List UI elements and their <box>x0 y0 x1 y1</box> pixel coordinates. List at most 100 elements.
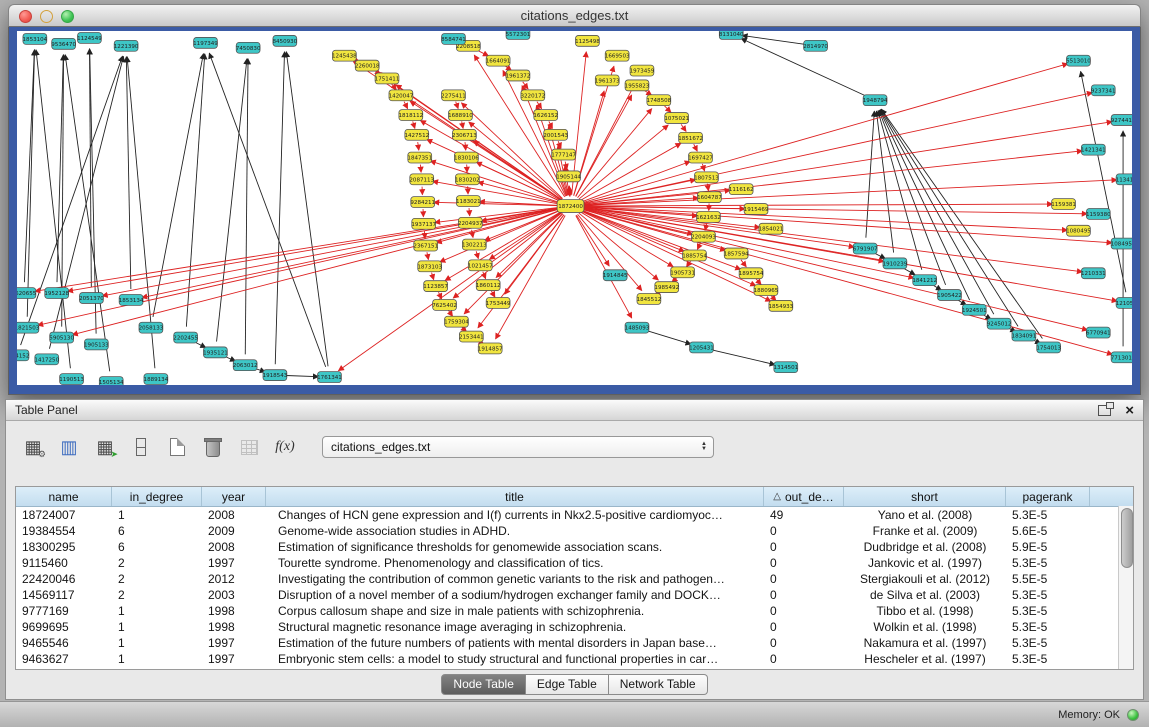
table-cell-title[interactable]: Tourette syndrome. Phenomenology and cla… <box>266 555 764 571</box>
network-node[interactable]: 2063012 <box>233 360 258 371</box>
network-node[interactable]: 1851672 <box>678 132 703 143</box>
table-row[interactable]: 1872400712008Changes of HCN gene express… <box>16 507 1133 523</box>
table-cell-year[interactable]: 1998 <box>202 603 266 619</box>
table-cell-short[interactable]: Stergiakouli et al. (2012) <box>844 571 1006 587</box>
table-cell-title[interactable]: Investigating the contribution of common… <box>266 571 764 587</box>
network-node[interactable]: 6770941 <box>1086 327 1111 338</box>
table-cell-title[interactable]: Genome-wide association studies in ADHD. <box>266 523 764 539</box>
table-cell-name[interactable]: 19384554 <box>16 523 112 539</box>
column-header-short[interactable]: short <box>844 487 1006 506</box>
network-node[interactable]: 1777147 <box>551 149 576 160</box>
network-node[interactable]: 1889134 <box>144 374 169 385</box>
network-node[interactable]: 9237341 <box>1091 85 1116 96</box>
network-node[interactable]: 2058133 <box>139 322 164 333</box>
network-node[interactable]: 1985492 <box>654 282 679 293</box>
table-cell-pagerank[interactable]: 5.3E-5 <box>1006 555 1090 571</box>
network-node[interactable]: 7625402 <box>432 299 457 310</box>
table-cell-indeg[interactable]: 2 <box>112 555 202 571</box>
network-node[interactable]: 1080495 <box>1066 225 1091 236</box>
table-cell-year[interactable]: 1998 <box>202 619 266 635</box>
network-node[interactable]: 8450930 <box>272 35 297 46</box>
network-node[interactable]: 1748508 <box>646 95 671 106</box>
network-node[interactable]: 1914857 <box>478 343 503 354</box>
table-cell-name[interactable]: 9115460 <box>16 555 112 571</box>
network-node[interactable]: 1895754 <box>739 268 764 279</box>
table-cell-outdeg[interactable]: 0 <box>764 635 844 651</box>
network-node[interactable]: 1125498 <box>575 35 600 46</box>
network-node[interactable]: 2204937 <box>458 217 483 228</box>
network-node[interactable]: 1021457 <box>468 260 493 271</box>
table-row[interactable]: 911546021997Tourette syndrome. Phenomeno… <box>16 555 1133 571</box>
table-cell-pagerank[interactable]: 5.5E-5 <box>1006 571 1090 587</box>
table-cell-short[interactable]: Tibbo et al. (1998) <box>844 603 1006 619</box>
network-node[interactable]: 5905130 <box>49 332 74 343</box>
network-node[interactable]: 1853104 <box>23 33 48 44</box>
tab-edge-table[interactable]: Edge Table <box>526 674 609 695</box>
table-cell-title[interactable]: Corpus callosum shape and size in male p… <box>266 603 764 619</box>
table-cell-name[interactable]: 18724007 <box>16 507 112 523</box>
table-cell-short[interactable]: Yano et al. (2008) <box>844 507 1006 523</box>
network-node[interactable]: 1854021 <box>759 223 784 234</box>
table-cell-indeg[interactable]: 1 <box>112 651 202 667</box>
table-cell-year[interactable]: 2009 <box>202 523 266 539</box>
table-cell-outdeg[interactable]: 0 <box>764 555 844 571</box>
table-cell-title[interactable]: Disruption of a novel member of a sodium… <box>266 587 764 603</box>
zoom-window-button[interactable] <box>61 10 74 23</box>
edit-columns-icon[interactable]: ▦➤ <box>90 431 120 463</box>
delete-column-icon[interactable] <box>198 431 228 463</box>
network-node[interactable]: 2153441 <box>459 331 484 342</box>
network-node[interactable]: 7450830 <box>236 42 261 53</box>
network-node[interactable]: 1885754 <box>682 250 707 261</box>
table-cell-indeg[interactable]: 1 <box>112 507 202 523</box>
network-node[interactable]: 2001543 <box>543 129 568 140</box>
network-node[interactable]: 1955823 <box>625 80 650 91</box>
table-cell-year[interactable]: 2012 <box>202 571 266 587</box>
table-cell-name[interactable]: 9463627 <box>16 651 112 667</box>
network-node[interactable]: 1807513 <box>694 172 719 183</box>
table-row[interactable]: 977716911998Corpus callosum shape and si… <box>16 603 1133 619</box>
network-node[interactable]: 8584741 <box>441 33 466 44</box>
table-cell-title[interactable]: Estimation of significance thresholds fo… <box>266 539 764 555</box>
network-node[interactable]: 9284211 <box>410 197 435 208</box>
network-window-titlebar[interactable]: citations_edges.txt <box>8 4 1141 27</box>
table-row[interactable]: 1830029562008Estimation of significance … <box>16 539 1133 555</box>
network-node[interactable]: 1621632 <box>696 211 721 222</box>
network-node[interactable]: 1754013 <box>1036 342 1061 353</box>
table-cell-name[interactable]: 22420046 <box>16 571 112 587</box>
table-row[interactable]: 946362711997Embryonic stem cells: a mode… <box>16 651 1133 667</box>
table-cell-indeg[interactable]: 6 <box>112 539 202 555</box>
function-builder-icon[interactable]: f(x) <box>270 431 300 463</box>
network-node[interactable]: 1302213 <box>462 239 487 250</box>
network-node[interactable]: 1134137 <box>1116 174 1132 185</box>
network-canvas[interactable]: 1245438226001817514111420047181811214275… <box>17 31 1132 385</box>
network-node[interactable]: 1961373 <box>595 75 620 86</box>
column-header-name[interactable]: name <box>16 487 112 506</box>
close-panel-icon[interactable]: × <box>1125 403 1134 418</box>
tab-network-table[interactable]: Network Table <box>609 674 708 695</box>
table-cell-pagerank[interactable]: 5.3E-5 <box>1006 635 1090 651</box>
network-node[interactable]: 5572301 <box>506 31 531 39</box>
network-node[interactable]: 1759304 <box>444 316 469 327</box>
network-node[interactable]: 1880965 <box>754 285 779 296</box>
table-cell-year[interactable]: 1997 <box>202 555 266 571</box>
table-cell-outdeg[interactable]: 0 <box>764 523 844 539</box>
network-node[interactable]: 1905133 <box>84 339 109 350</box>
close-window-button[interactable] <box>19 10 32 23</box>
network-node[interactable]: 1159380 <box>1086 208 1111 219</box>
network-node[interactable]: 8131040 <box>719 31 744 39</box>
table-cell-short[interactable]: Jankovic et al. (1997) <box>844 555 1006 571</box>
network-node[interactable]: 2202455 <box>173 332 198 343</box>
network-node[interactable]: 1159381 <box>1051 199 1076 210</box>
table-cell-name[interactable]: 9465546 <box>16 635 112 651</box>
table-cell-pagerank[interactable]: 5.3E-5 <box>1006 603 1090 619</box>
table-cell-year[interactable]: 2008 <box>202 539 266 555</box>
network-node[interactable]: 9245012 <box>987 318 1012 329</box>
network-node[interactable]: 2814970 <box>803 40 828 51</box>
table-cell-title[interactable]: Estimation of the future numbers of pati… <box>266 635 764 651</box>
table-cell-short[interactable]: Dudbridge et al. (2008) <box>844 539 1006 555</box>
table-row[interactable]: 2242004622012Investigating the contribut… <box>16 571 1133 587</box>
network-node[interactable]: 2620655 <box>17 288 37 299</box>
table-cell-pagerank[interactable]: 5.3E-5 <box>1006 619 1090 635</box>
table-row[interactable]: 1456911722003Disruption of a novel membe… <box>16 587 1133 603</box>
table-cell-title[interactable]: Changes of HCN gene expression and I(f) … <box>266 507 764 523</box>
